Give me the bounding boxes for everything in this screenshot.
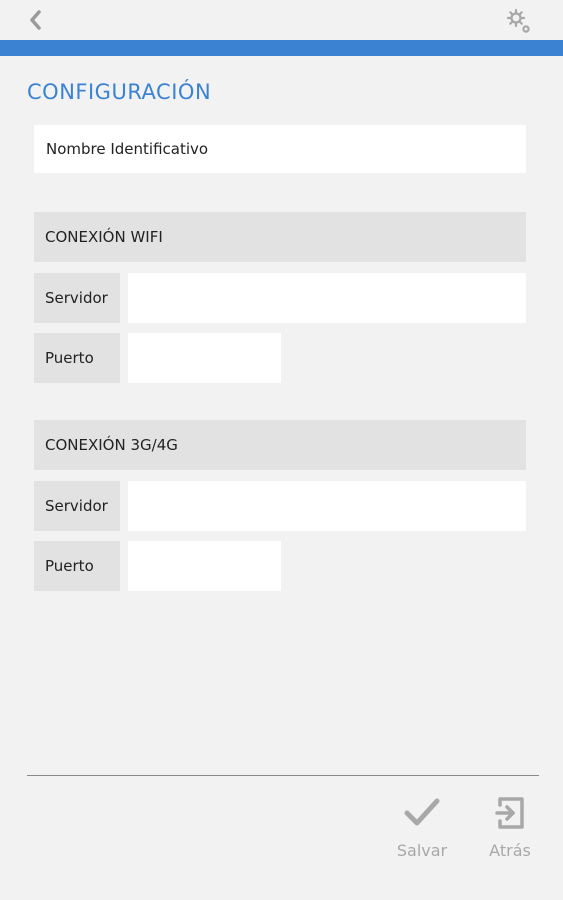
wifi-server-label: Servidor (34, 273, 120, 323)
mobile-port-label: Puerto (34, 541, 120, 591)
wifi-section-header: CONEXIÓN WIFI (34, 212, 526, 262)
name-field[interactable] (34, 125, 526, 173)
mobile-port-input[interactable] (128, 541, 281, 591)
back-button[interactable] (24, 8, 48, 32)
back-action-button[interactable]: Atrás (475, 795, 545, 860)
header-accent-bar (0, 40, 563, 56)
exit-icon (495, 797, 524, 829)
top-bar (0, 0, 563, 40)
settings-button[interactable] (505, 7, 533, 35)
checkmark-icon (404, 798, 440, 826)
save-label: Salvar (396, 841, 448, 860)
wifi-port-input[interactable] (128, 333, 281, 383)
back-action-label: Atrás (489, 841, 531, 860)
footer-divider (27, 775, 539, 776)
mobile-server-label: Servidor (34, 481, 120, 531)
gear-icon (506, 8, 530, 33)
wifi-server-input[interactable] (128, 273, 526, 323)
save-button[interactable]: Salvar (387, 795, 457, 860)
chevron-left-icon (30, 10, 41, 30)
wifi-port-label: Puerto (34, 333, 120, 383)
mobile-section-header: CONEXIÓN 3G/4G (34, 420, 526, 470)
page-title: CONFIGURACIÓN (27, 80, 212, 104)
mobile-server-input[interactable] (128, 481, 526, 531)
